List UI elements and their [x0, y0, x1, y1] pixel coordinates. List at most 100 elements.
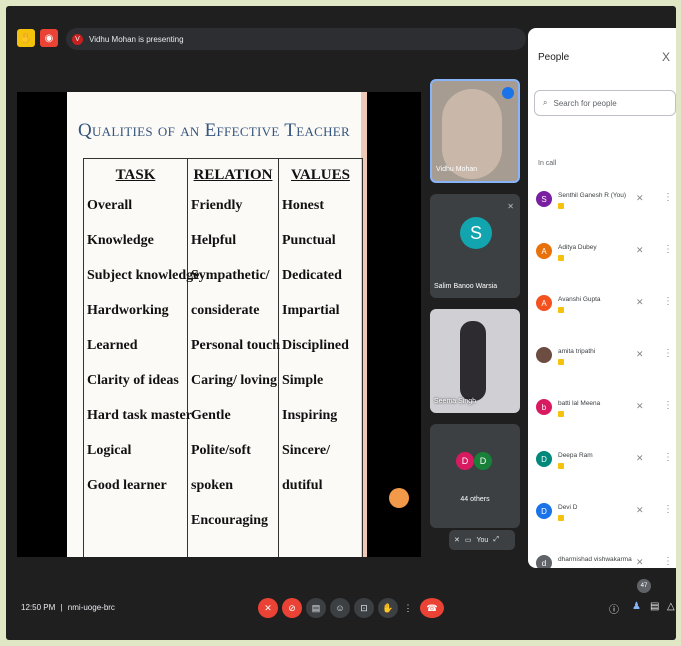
column-values: VALUES Honest Punctual Dedicated Imparti… — [279, 159, 362, 557]
list-item[interactable]: A Avanshi Gupta ✕ ⋮ — [528, 287, 676, 339]
people-panel: People X ⌕ Search for people In call S S… — [528, 28, 676, 568]
emoji-icon[interactable]: ☺ — [330, 598, 350, 618]
participant-name: Avanshi Gupta — [558, 296, 601, 303]
table-cell: Sympathetic/ — [191, 268, 270, 283]
table-cell: Disciplined — [282, 338, 349, 353]
table-cell: spoken — [191, 478, 234, 493]
list-item[interactable]: amita tripathi ✕ ⋮ — [528, 339, 676, 391]
list-item[interactable]: D Deepa Ram ✕ ⋮ — [528, 443, 676, 495]
list-item[interactable]: d dharmishad vishwakarma ✕ ⋮ — [528, 547, 676, 568]
qualities-table: TASK Overall Knowledge Subject knowledge… — [83, 158, 363, 557]
meeting-code: nmi-uoge-brc — [67, 603, 115, 612]
raise-hand-icon[interactable]: ✋ — [378, 598, 398, 618]
table-cell: Friendly — [191, 198, 243, 213]
list-item[interactable]: A Aditya Dubey ✕ ⋮ — [528, 235, 676, 287]
more-options-icon[interactable]: ⋮ — [663, 556, 673, 567]
presenting-banner: V Vidhu Mohan is presenting — [66, 28, 526, 50]
list-item[interactable]: D Devi D ✕ ⋮ — [528, 495, 676, 547]
slide-title: Qualities of an Effective Teacher — [77, 120, 351, 141]
info-icon[interactable]: ⓘ — [609, 601, 619, 616]
hand-raised-icon — [558, 203, 564, 209]
avatar: D — [456, 452, 474, 470]
participant-count-badge: 47 — [637, 579, 651, 593]
close-icon[interactable]: X — [662, 50, 670, 64]
table-cell: Dedicated — [282, 268, 342, 283]
meeting-info: 12:50 PM | nmi-uoge-brc — [21, 603, 115, 612]
activities-icon[interactable]: △ — [667, 601, 675, 612]
participant-name: batti lal Meena — [558, 400, 601, 407]
hand-raised-icon — [558, 307, 564, 313]
table-cell: Sincere/ — [282, 443, 330, 458]
table-cell: Personal touch — [191, 338, 281, 353]
camera-off-icon[interactable]: ⊘ — [282, 598, 302, 618]
participant-name: Devi D — [558, 504, 578, 511]
mic-off-icon[interactable]: ✕ — [454, 536, 460, 544]
video-tile-presenter[interactable]: Vidhu Mohan — [430, 79, 520, 183]
avatar: D — [536, 503, 552, 519]
table-cell: dutiful — [282, 478, 323, 493]
panel-title: People — [538, 52, 570, 63]
table-cell: Impartial — [282, 303, 340, 318]
list-item[interactable]: S Senthil Ganesh R (You) ✕ ⋮ — [528, 183, 676, 235]
avatar: d — [536, 555, 552, 568]
more-options-icon[interactable]: ⋮ — [663, 192, 673, 203]
avatar: D — [474, 452, 492, 470]
presentation-area: Qualities of an Effective Teacher TASK O… — [17, 92, 421, 557]
hand-raised-icon — [558, 515, 564, 521]
video-tile-participant[interactable]: ✕ S Salim Banoo Warsia — [430, 194, 520, 298]
camera-off-icon[interactable]: ▭ — [465, 536, 472, 544]
video-tile-participant[interactable]: Seema Singh — [430, 309, 520, 413]
more-options-icon[interactable]: ⋮ — [663, 348, 673, 359]
tile-name: Salim Banoo Warsia — [434, 283, 498, 290]
list-item[interactable]: b batti lal Meena ✕ ⋮ — [528, 391, 676, 443]
chat-icon[interactable]: ▤ — [650, 601, 659, 612]
hand-raised-icon — [558, 255, 564, 261]
participant-name: Aditya Dubey — [558, 244, 597, 251]
present-icon[interactable]: ⊡ — [354, 598, 374, 618]
table-cell: considerate — [191, 303, 260, 318]
section-label: In call — [538, 160, 557, 167]
hand-raised-icon — [558, 411, 564, 417]
mic-off-icon: ✕ — [636, 349, 644, 359]
search-input[interactable]: ⌕ Search for people — [534, 90, 676, 116]
participant-name: Senthil Ganesh R (You) — [558, 192, 627, 199]
reactions-icon[interactable]: ✋ — [17, 29, 35, 47]
presenting-text: Vidhu Mohan is presenting — [89, 34, 184, 44]
table-cell: Honest — [282, 198, 324, 213]
more-options-icon[interactable]: ⋮ — [663, 400, 673, 411]
mic-off-icon: ✕ — [636, 453, 644, 463]
captions-icon[interactable]: ▤ — [306, 598, 326, 618]
table-cell: Knowledge — [87, 233, 154, 248]
table-cell: Encouraging — [191, 513, 269, 528]
end-call-icon[interactable]: ☎ — [420, 598, 444, 618]
mic-off-icon[interactable]: ✕ — [258, 598, 278, 618]
people-icon[interactable]: ♟ — [632, 601, 641, 612]
video-tile-others[interactable]: D D 44 others — [430, 424, 520, 528]
expand-icon[interactable]: ⤢ — [493, 536, 499, 544]
column-header: VALUES — [291, 167, 350, 183]
tile-name: Vidhu Mohan — [436, 166, 478, 173]
participant-name: amita tripathi — [558, 348, 596, 355]
avatar: S — [536, 191, 552, 207]
hand-raised-icon — [558, 463, 564, 469]
more-options-icon[interactable]: ⋮ — [663, 244, 673, 255]
participant-name: Deepa Ram — [558, 452, 593, 459]
recording-icon[interactable]: ◉ — [40, 29, 58, 47]
column-task: TASK Overall Knowledge Subject knowledge… — [84, 159, 200, 557]
self-view-bar[interactable]: ✕ ▭ You ⤢ — [449, 530, 515, 550]
table-cell: Logical — [87, 443, 132, 458]
more-options-icon[interactable]: ⋮ — [663, 452, 673, 463]
search-icon: ⌕ — [543, 98, 548, 107]
more-options-icon[interactable]: ⋮ — [663, 296, 673, 307]
table-cell: Clarity of ideas — [87, 373, 179, 388]
tile-name: Seema Singh — [434, 398, 477, 405]
more-options-icon[interactable]: ⋮ — [398, 598, 418, 618]
mic-off-icon: ✕ — [636, 193, 644, 203]
table-cell: Caring/ loving — [191, 373, 277, 388]
mic-off-icon: ✕ — [507, 202, 514, 211]
speaking-indicator-icon — [502, 87, 514, 99]
avatar: S — [460, 217, 492, 249]
more-options-icon[interactable]: ⋮ — [663, 504, 673, 515]
table-cell: Subject knowledge — [87, 268, 200, 283]
table-cell: Simple — [282, 373, 324, 388]
